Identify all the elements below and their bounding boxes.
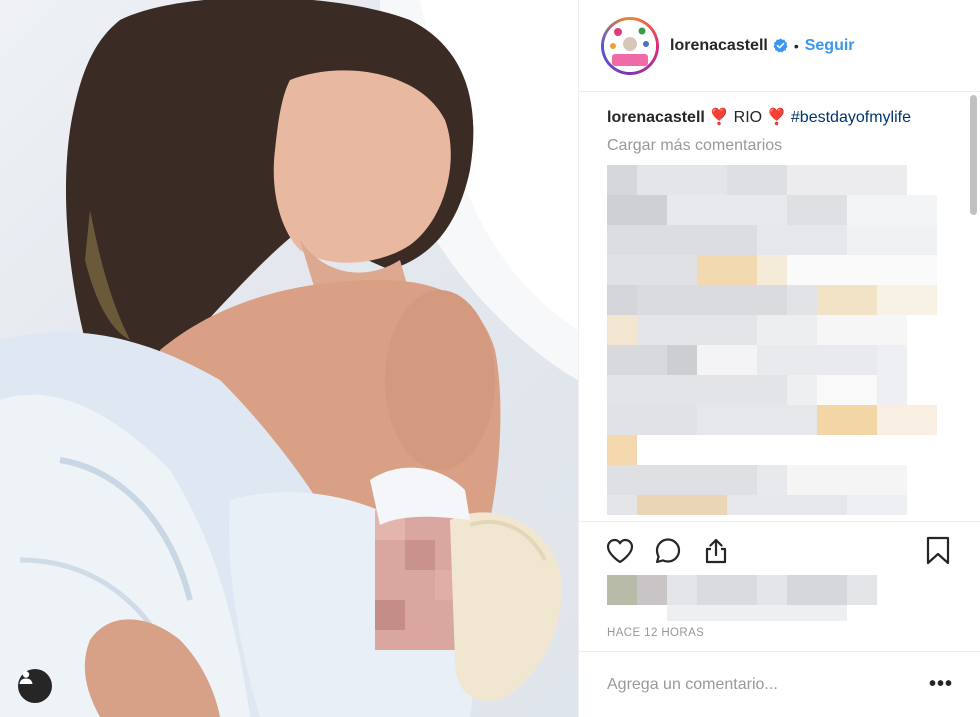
profile-avatar[interactable] xyxy=(601,16,659,75)
blurred-likes xyxy=(607,575,877,621)
caption-hashtag[interactable]: #bestdayofmylife xyxy=(791,109,911,126)
more-options-button[interactable]: ••• xyxy=(929,673,953,696)
heart-icon[interactable] xyxy=(605,536,635,566)
caption-text: ❣️ RIO ❣️ xyxy=(704,109,791,126)
header-separator: • xyxy=(793,37,799,54)
add-comment-bar: ••• xyxy=(579,651,980,717)
post-header: lorenacastell • Seguir xyxy=(579,0,980,92)
comments-section[interactable]: lorenacastell ❣️ RIO ❣️ #bestdayofmylife… xyxy=(579,93,980,521)
follow-button[interactable]: Seguir xyxy=(805,37,855,55)
bookmark-icon[interactable] xyxy=(923,536,953,566)
avatar-image xyxy=(604,19,656,72)
scrollbar-thumb[interactable] xyxy=(970,95,977,215)
comment-input[interactable] xyxy=(607,675,929,694)
post-timestamp[interactable]: HACE 12 HORAS xyxy=(607,627,704,639)
comments-scrollbar[interactable] xyxy=(969,93,977,521)
verified-badge-icon xyxy=(773,38,788,53)
load-more-comments-button[interactable]: Cargar más comentarios xyxy=(607,137,953,155)
post-photo[interactable] xyxy=(0,0,578,717)
comment-icon[interactable] xyxy=(653,536,683,566)
photo-illustration xyxy=(0,0,578,717)
post-caption: lorenacastell ❣️ RIO ❣️ #bestdayofmylife xyxy=(607,107,953,129)
post-side-panel: lorenacastell • Seguir lorenacastell ❣️ … xyxy=(578,0,980,717)
user-tag-icon[interactable] xyxy=(18,669,52,703)
caption-username[interactable]: lorenacastell xyxy=(607,109,705,126)
post-actions xyxy=(579,521,980,583)
header-username[interactable]: lorenacastell xyxy=(670,37,768,55)
blurred-comments xyxy=(607,165,937,515)
share-icon[interactable] xyxy=(701,536,731,566)
